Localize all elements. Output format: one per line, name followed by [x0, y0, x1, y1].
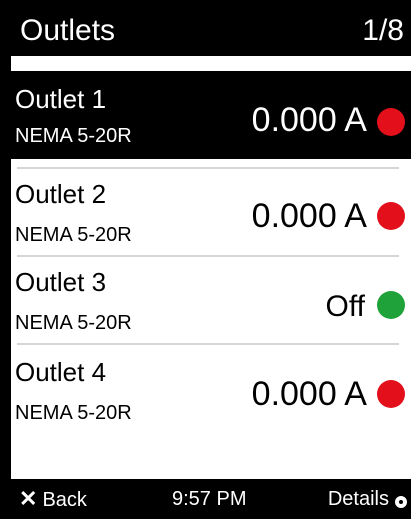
- row-divider: [17, 343, 399, 345]
- status-green-dot-icon: [377, 291, 405, 319]
- outlet-type: NEMA 5-20R: [15, 312, 132, 334]
- outlet-current: 0.000 A: [251, 197, 367, 235]
- outlet-name: Outlet 2: [15, 179, 107, 209]
- back-button[interactable]: ✕ Back: [19, 479, 87, 519]
- outlet-name: Outlet 3: [15, 267, 107, 297]
- row-divider: [17, 167, 399, 169]
- status-red-dot-icon: [377, 202, 405, 230]
- status-red-dot-icon: [377, 380, 405, 408]
- outlet-row-2[interactable]: Outlet 2 NEMA 5-20R 0.000 A: [11, 169, 411, 257]
- details-label: Details: [327, 488, 389, 510]
- row-divider: [17, 255, 399, 257]
- details-button[interactable]: Details: [328, 479, 407, 519]
- back-label: Back: [42, 489, 87, 511]
- outlet-current: 0.000 A: [251, 375, 367, 413]
- outlet-name: Outlet 4: [15, 357, 107, 387]
- outlet-name: Outlet 1: [15, 84, 107, 114]
- outlet-type: NEMA 5-20R: [15, 224, 132, 246]
- device-display: Outlets 1/8 Outlet 1 NEMA 5-20R 0.000 A …: [0, 0, 411, 519]
- header-bar: Outlets 1/8: [11, 0, 411, 56]
- outlet-current: 0.000 A: [251, 101, 367, 139]
- outlet-row-4[interactable]: Outlet 4 NEMA 5-20R 0.000 A: [11, 345, 411, 433]
- outlet-row-1[interactable]: Outlet 1 NEMA 5-20R 0.000 A: [11, 71, 411, 159]
- screen: Outlets 1/8 Outlet 1 NEMA 5-20R 0.000 A …: [11, 0, 411, 519]
- outlet-type: NEMA 5-20R: [15, 125, 132, 147]
- ring-icon: [395, 496, 407, 508]
- outlet-type: NEMA 5-20R: [15, 402, 132, 424]
- page-indicator: 1/8: [362, 14, 404, 47]
- page-title: Outlets: [20, 14, 116, 47]
- footer-bar: ✕ Back 9:57 PM Details: [11, 479, 411, 519]
- header-divider: [11, 56, 411, 71]
- clock: 9:57 PM: [172, 488, 247, 510]
- x-icon: ✕: [19, 486, 38, 511]
- status-red-dot-icon: [377, 108, 405, 136]
- outlet-row-3[interactable]: Outlet 3 NEMA 5-20R Off: [11, 257, 411, 345]
- outlet-state: Off: [325, 290, 365, 323]
